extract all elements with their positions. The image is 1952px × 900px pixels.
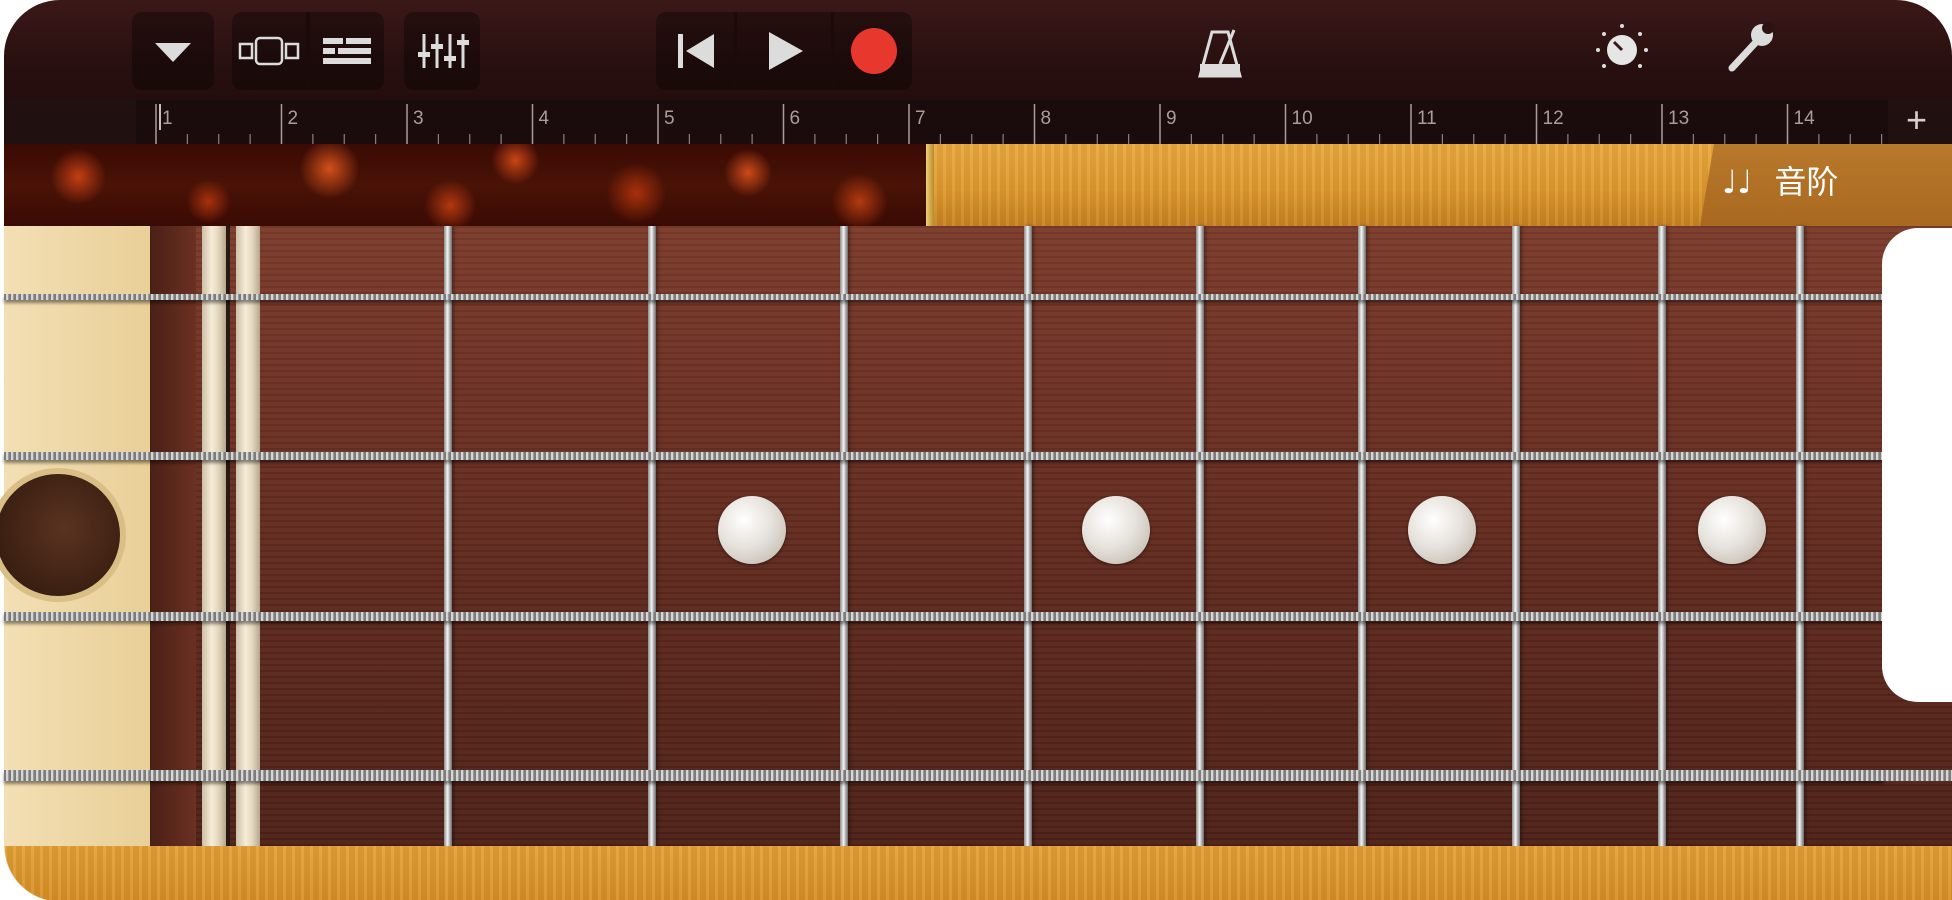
tracks-list-icon — [323, 38, 371, 64]
chevron-down-icon — [155, 43, 191, 62]
fret-marker-inlay — [718, 496, 786, 564]
fret-3 — [840, 226, 848, 846]
string-2[interactable] — [4, 452, 1884, 460]
tracks-view-icon — [238, 36, 300, 66]
ruler-bar-number: 13 — [1668, 108, 1689, 129]
string-3[interactable] — [4, 612, 1884, 621]
fret-marker-inlay — [1698, 496, 1766, 564]
nut-divider — [226, 226, 230, 846]
garageband-bass-screen: 1 2 3 4 5 6 7 8 9 10 11 12 13 14 + ♩♩ 音阶 — [0, 0, 1952, 900]
ruler-bar-number: 2 — [288, 108, 299, 129]
ruler-bar-number: 12 — [1543, 108, 1564, 129]
add-section-button[interactable]: + — [1906, 98, 1927, 142]
pickguard-edge — [926, 144, 934, 226]
fret-2 — [648, 226, 656, 846]
ruler-bar-number: 1 — [162, 108, 173, 129]
ruler-bar-number: 8 — [1041, 108, 1052, 129]
master-effects-button[interactable] — [1594, 20, 1650, 76]
scale-button-label[interactable]: ♩♩ 音阶 — [1718, 158, 1952, 206]
wrench-icon — [1728, 22, 1774, 72]
ruler-bar-number: 6 — [790, 108, 801, 129]
sliders-icon — [418, 34, 469, 68]
mixer-button[interactable] — [404, 12, 480, 90]
record-button[interactable] — [834, 12, 912, 90]
corner-mask — [0, 846, 60, 900]
metronome-button[interactable] — [1194, 14, 1250, 84]
fret-4 — [1024, 226, 1032, 846]
timeline-ruler[interactable]: 1 2 3 4 5 6 7 8 9 10 11 12 13 14 + — [4, 98, 1952, 145]
nut-left — [202, 226, 226, 846]
browser-dropdown-button[interactable] — [132, 12, 214, 90]
fret-9 — [1796, 226, 1804, 846]
ruler-bar-number: 7 — [915, 108, 926, 129]
ruler-bar-number: 10 — [1292, 108, 1313, 129]
tuning-peg-hole — [0, 474, 120, 596]
ruler-bar-number: 3 — [413, 108, 424, 129]
skip-back-icon — [678, 34, 714, 68]
play-icon — [769, 32, 803, 70]
go-to-beginning-button[interactable] — [656, 12, 734, 90]
ruler-bar-number: 14 — [1794, 108, 1816, 129]
ruler-ticks: 1 2 3 4 5 6 7 8 9 10 11 12 13 14 — [155, 104, 1883, 144]
fret-6 — [1358, 226, 1366, 846]
record-icon — [851, 28, 897, 74]
fret-5 — [1196, 226, 1204, 846]
nut-shadow — [150, 226, 196, 846]
view-toggle-group — [232, 12, 384, 90]
ruler-bar-number: 9 — [1166, 108, 1177, 129]
tracks-view-button[interactable] — [232, 12, 306, 90]
string-4[interactable] — [4, 770, 1884, 781]
transport-group — [656, 12, 912, 90]
pickguard — [4, 144, 934, 226]
notes-icon: ♩♩ — [1722, 163, 1753, 201]
scale-label-text: 音阶 — [1774, 163, 1839, 201]
dial-icon — [1596, 24, 1648, 68]
screen-notch — [1882, 228, 1952, 702]
ruler-bar-number: 4 — [539, 108, 550, 129]
fret-7 — [1512, 226, 1520, 846]
fret-1 — [444, 226, 452, 846]
ruler-bar-number: 5 — [664, 108, 675, 129]
fret-marker-inlay — [1082, 496, 1150, 564]
track-controls-button[interactable] — [310, 12, 384, 90]
string-4-tail — [1884, 770, 1952, 781]
control-bar — [4, 0, 1952, 100]
body-bottom-edge — [4, 846, 1952, 900]
ruler-bar-number: 11 — [1417, 108, 1437, 129]
fret-marker-inlay — [1408, 496, 1476, 564]
ruler-strip[interactable]: 1 2 3 4 5 6 7 8 9 10 11 12 13 14 — [136, 100, 1888, 145]
fret-8 — [1658, 226, 1666, 846]
metronome-icon — [1198, 29, 1242, 78]
play-button[interactable] — [737, 12, 831, 90]
nut-right — [236, 226, 260, 846]
settings-button[interactable] — [1720, 18, 1780, 78]
string-1[interactable] — [4, 294, 1884, 300]
